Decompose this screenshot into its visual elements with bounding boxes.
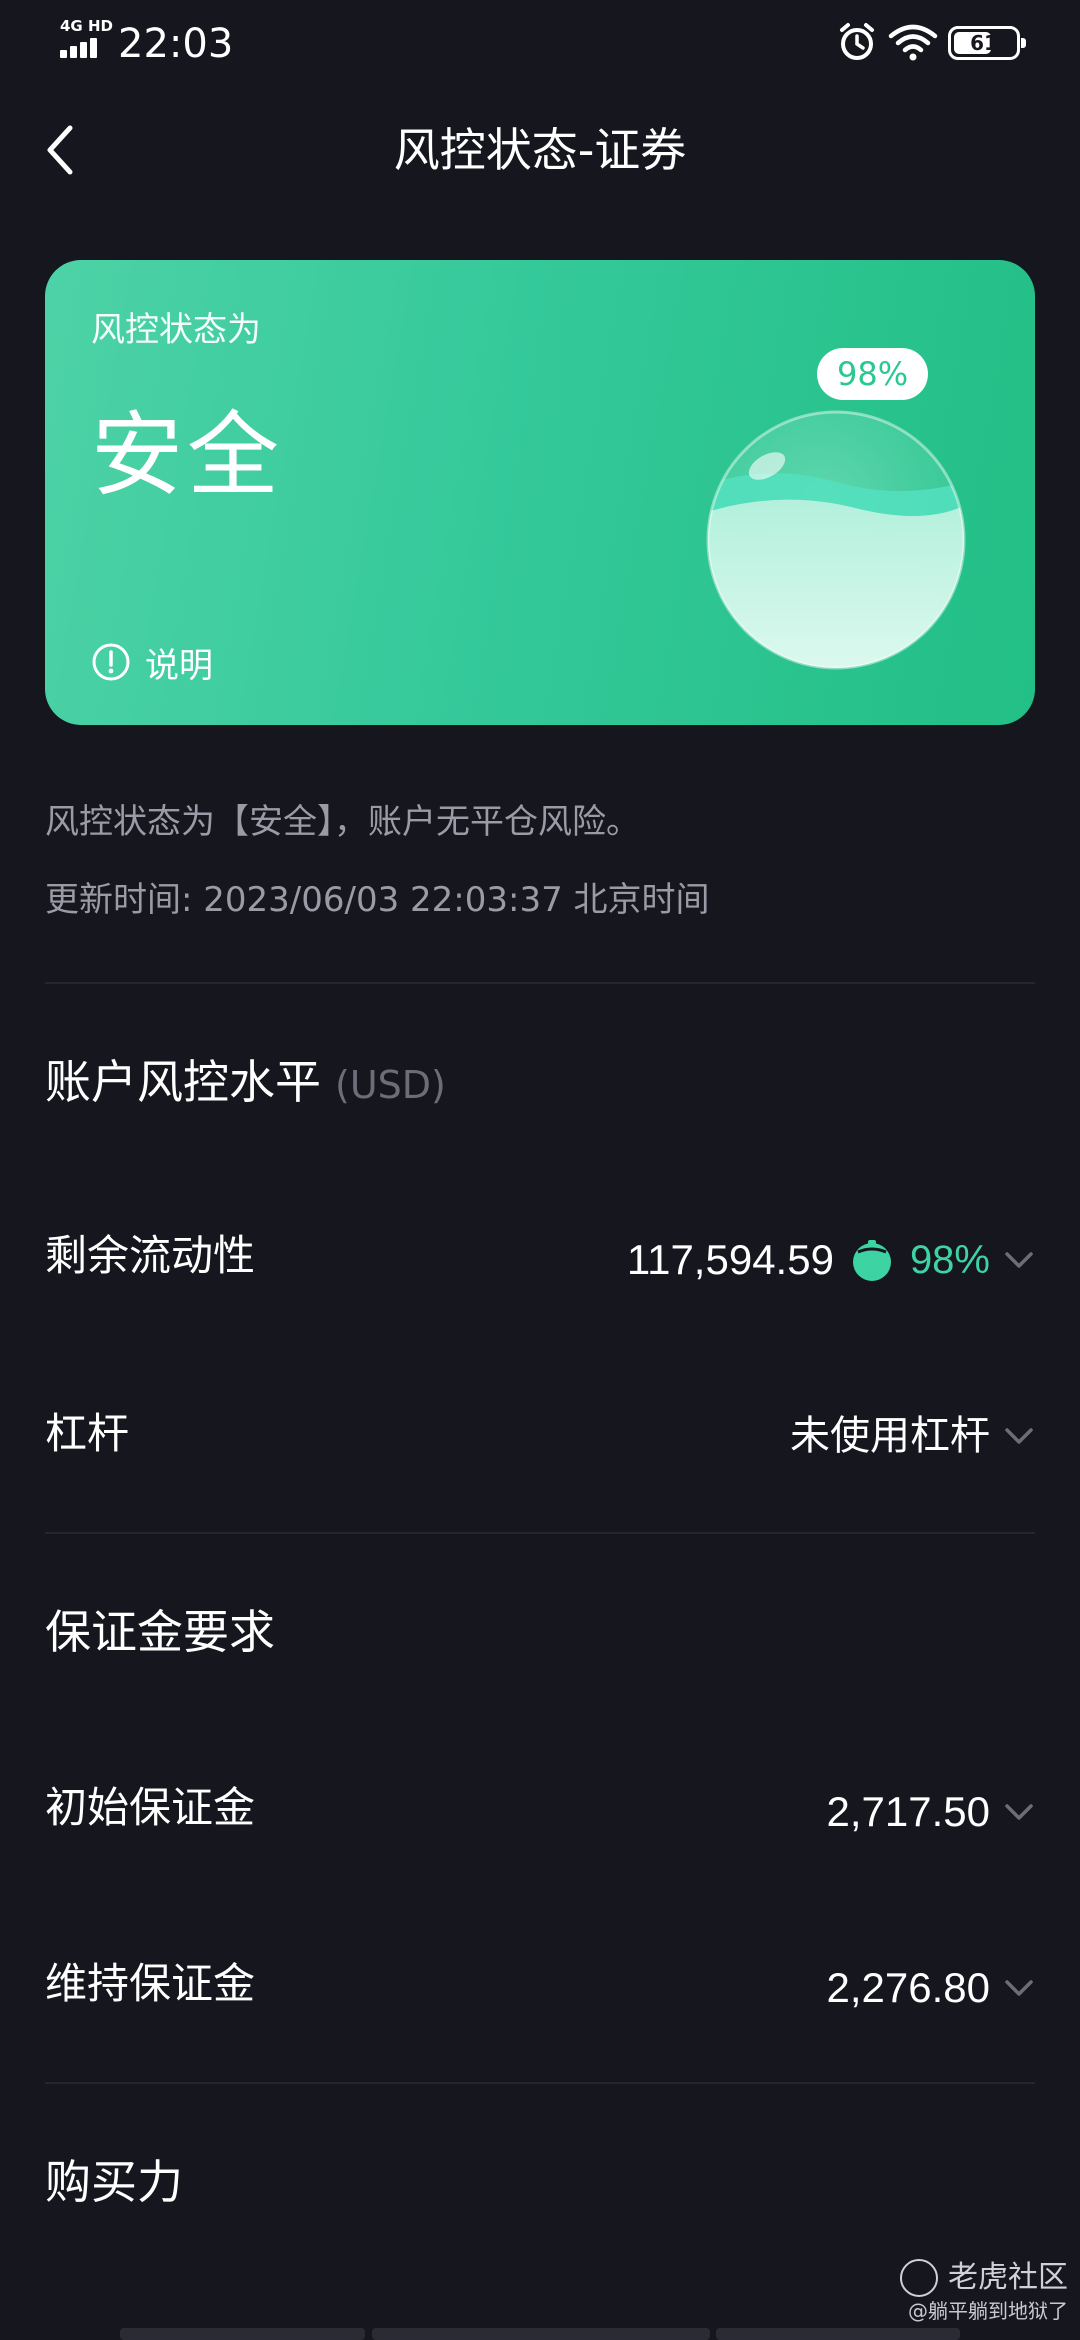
card-subtitle: 风控状态为	[91, 310, 261, 350]
liquidity-ball-icon	[852, 1240, 891, 1281]
tiger-logo-icon	[900, 2259, 938, 2297]
partial-next-row	[120, 2328, 960, 2340]
alarm-icon	[840, 23, 874, 60]
liquidity-bubble-icon	[706, 410, 966, 670]
watermark-brand: 老虎社区	[948, 2260, 1068, 2295]
leverage-value: 未使用杠杆	[790, 1413, 990, 1459]
maintenance-margin-value: 2,276.80	[826, 1964, 991, 2011]
status-time: 22:03	[118, 21, 234, 67]
risk-status-card: 风控状态为 安全 说明 98%	[45, 260, 1035, 725]
update-time: 更新时间: 2023/06/03 22:03:37 北京时间	[45, 880, 710, 920]
status-description: 风控状态为【安全】，账户无平仓风险。	[45, 802, 640, 842]
row-value-liquidity[interactable]: 117,594.59 98%	[627, 1230, 990, 1290]
row-label-leverage: 杠杆	[45, 1409, 130, 1458]
chevron-down-icon[interactable]	[1003, 1406, 1035, 1466]
row-value-leverage[interactable]: 未使用杠杆	[790, 1406, 990, 1466]
currency-unit: (USD)	[335, 1063, 446, 1107]
signal-icon	[60, 36, 106, 58]
row-value-initial-margin[interactable]: 2,717.50	[827, 1782, 991, 1842]
community-watermark: 老虎社区 @躺平躺到地狱了	[900, 2258, 1068, 2324]
watermark-user: @躺平躺到地狱了	[908, 2299, 1068, 2323]
explanation-link[interactable]: 说明	[91, 636, 213, 688]
divider	[45, 1532, 1035, 1534]
explanation-label: 说明	[145, 645, 213, 686]
battery-tip	[1021, 38, 1026, 48]
wifi-icon	[888, 24, 938, 61]
page-title: 风控状态-证券	[393, 123, 687, 177]
section-title-text: 账户风控水平	[45, 1055, 321, 1109]
battery-indicator: 61	[948, 26, 1026, 60]
risk-status-value: 安全	[91, 402, 284, 509]
chevron-down-icon[interactable]	[1003, 1782, 1035, 1842]
liquidity-percent: 98%	[909, 1238, 990, 1282]
section-title-account-level: 账户风控水平 (USD)	[45, 1050, 446, 1117]
row-label-initial-margin: 初始保证金	[45, 1783, 256, 1832]
battery-level: 61	[970, 31, 998, 55]
chevron-down-icon[interactable]	[1003, 1958, 1035, 2018]
info-icon	[92, 643, 130, 681]
initial-margin-value: 2,717.50	[826, 1788, 991, 1835]
chevron-down-icon[interactable]	[1003, 1230, 1035, 1290]
divider	[45, 982, 1035, 984]
row-label-liquidity: 剩余流动性	[45, 1231, 256, 1280]
safety-percent-badge: 98%	[817, 348, 929, 400]
row-value-maintenance-margin[interactable]: 2,276.80	[827, 1958, 991, 2018]
section-title-buying-power: 购买力	[45, 2155, 183, 2209]
section-title-margin: 保证金要求	[45, 1605, 275, 1659]
network-type: 4G HD	[60, 17, 113, 35]
divider	[45, 2082, 1035, 2084]
liquidity-amount: 117,594.59	[626, 1236, 834, 1283]
row-label-maintenance-margin: 维持保证金	[45, 1959, 256, 2008]
